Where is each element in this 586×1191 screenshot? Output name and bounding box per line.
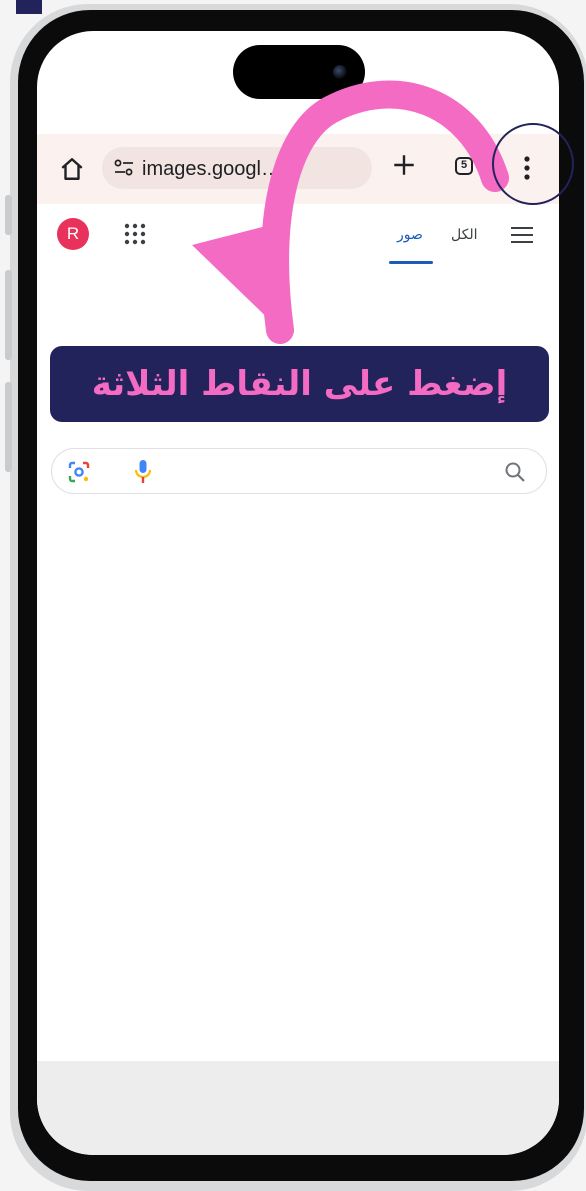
google-lens-icon[interactable] (68, 461, 90, 483)
account-avatar[interactable]: R (57, 218, 89, 250)
home-icon[interactable] (59, 156, 85, 182)
microphone-icon[interactable] (134, 459, 152, 485)
camera-icon (333, 65, 347, 79)
tab-switcher-button[interactable]: 5 (455, 157, 473, 175)
browser-toolbar: images.googl…m 5 (37, 134, 559, 204)
menu-highlight-circle (492, 123, 574, 205)
apps-grid-icon[interactable] (123, 222, 147, 246)
tab-images[interactable]: صور (387, 226, 433, 243)
corner-decoration (16, 0, 42, 14)
search-icon[interactable] (504, 461, 526, 483)
phone-volume-down (5, 382, 12, 472)
search-input[interactable] (51, 448, 547, 494)
instruction-banner: إضغط على النقاط الثلاثة (50, 346, 549, 422)
active-tab-indicator (389, 261, 433, 264)
site-settings-icon[interactable] (114, 159, 134, 177)
bottom-gray-area (37, 1061, 559, 1155)
url-text: images.googl…m (142, 158, 298, 180)
phone-side-button (5, 195, 12, 235)
phone-volume-up (5, 270, 12, 360)
menu-icon[interactable] (510, 226, 534, 244)
dynamic-island (233, 45, 365, 99)
tab-all[interactable]: الكل (451, 226, 478, 243)
address-bar[interactable]: images.googl…m (102, 147, 372, 189)
new-tab-icon[interactable] (391, 152, 417, 178)
tab-count: 5 (460, 159, 468, 171)
instruction-text: إضغط على النقاط الثلاثة (91, 364, 508, 404)
phone-screen: images.googl…m 5 R صور الكل (37, 31, 559, 1155)
